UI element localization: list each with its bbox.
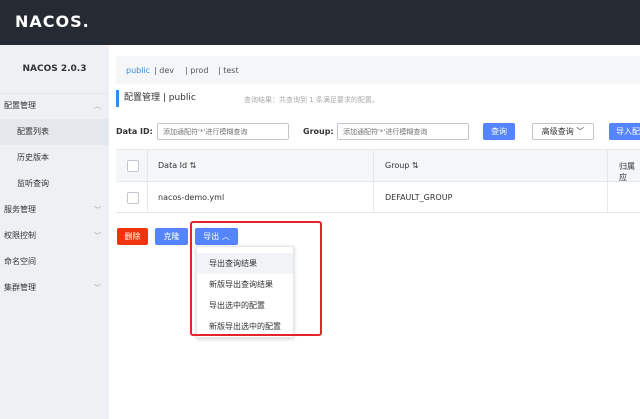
dataid-label: Data ID: [116, 127, 153, 136]
sidebar-item-label: 配置列表 [17, 127, 49, 136]
dataid-search-input[interactable] [157, 123, 289, 140]
column-header-group[interactable]: Group ⇅ [385, 161, 419, 170]
namespace-public[interactable]: public [126, 66, 150, 75]
sidebar-item-cluster-management[interactable]: 集群管理 ﹀ [0, 275, 109, 301]
chevron-down-icon: ﹀ [94, 232, 101, 240]
sidebar-item-service-management[interactable]: 服务管理 ﹀ [0, 197, 109, 223]
cell-group: DEFAULT_GROUP [385, 193, 453, 202]
sidebar-item-label: 命名空间 [4, 257, 36, 266]
sort-icon[interactable]: ⇅ [412, 161, 419, 170]
annotation-highlight-box [190, 221, 322, 336]
column-divider [373, 149, 374, 213]
sort-icon[interactable]: ⇅ [190, 161, 197, 170]
sidebar-item-config-list[interactable]: 配置列表 [0, 119, 109, 145]
page-title: 配置管理 | public [116, 90, 196, 107]
sidebar-item-access-control[interactable]: 权限控制 ﹀ [0, 223, 109, 249]
sidebar-item-label: 服务管理 [4, 205, 36, 214]
column-divider [147, 149, 148, 213]
group-search-input[interactable] [337, 123, 469, 140]
namespace-dev[interactable]: | dev [154, 66, 174, 75]
column-header-label: Group [385, 161, 410, 170]
advanced-query-button[interactable]: 高级查询 ﹀ [532, 123, 594, 140]
sidebar-item-label: 配置管理 [4, 101, 36, 110]
query-button[interactable]: 查询 [483, 123, 515, 140]
delete-button[interactable]: 删除 [117, 228, 148, 245]
chevron-up-icon: ︿ [94, 102, 101, 110]
sidebar-item-config-management[interactable]: 配置管理 ︿ [0, 93, 109, 119]
column-divider [607, 149, 608, 213]
advanced-query-label: 高级查询 [541, 127, 574, 136]
chevron-down-icon: ﹀ [94, 284, 101, 292]
column-header-dataid[interactable]: Data Id ⇅ [158, 161, 196, 170]
import-config-button[interactable]: 导入配 [609, 123, 640, 140]
sidebar-version: NACOS 2.0.3 [0, 45, 109, 94]
sidebar-item-listener-query[interactable]: 监听查询 [0, 171, 109, 197]
query-result-hint: 查询结果：共查询到 1 条满足要求的配置。 [244, 96, 379, 104]
clone-button[interactable]: 克隆 [155, 228, 188, 245]
column-header-label: Data Id [158, 161, 188, 170]
chevron-down-icon: ﹀ [576, 127, 585, 136]
chevron-down-icon: ﹀ [94, 206, 101, 214]
top-bar: NACOS. [0, 0, 640, 45]
namespace-prod[interactable]: | prod [185, 66, 208, 75]
sidebar-item-label: 集群管理 [4, 283, 36, 292]
row-checkbox[interactable] [127, 192, 139, 204]
cell-dataid: nacos-demo.yml [158, 193, 225, 202]
sidebar-item-history[interactable]: 历史版本 [0, 145, 109, 171]
group-label: Group: [303, 127, 334, 136]
nacos-logo[interactable]: NACOS. [15, 12, 90, 31]
sidebar-item-label: 监听查询 [17, 179, 49, 188]
column-header-app: 归属应 [619, 162, 635, 182]
sidebar-item-namespace[interactable]: 命名空间 [0, 249, 109, 275]
sidebar-item-label: 历史版本 [17, 153, 49, 162]
sidebar-item-label: 权限控制 [4, 231, 36, 240]
sidebar: NACOS 2.0.3 配置管理 ︿ 配置列表 历史版本 监听查询 服务管理 ﹀… [0, 45, 109, 419]
select-all-checkbox[interactable] [127, 160, 139, 172]
namespace-test[interactable]: | test [218, 66, 239, 75]
